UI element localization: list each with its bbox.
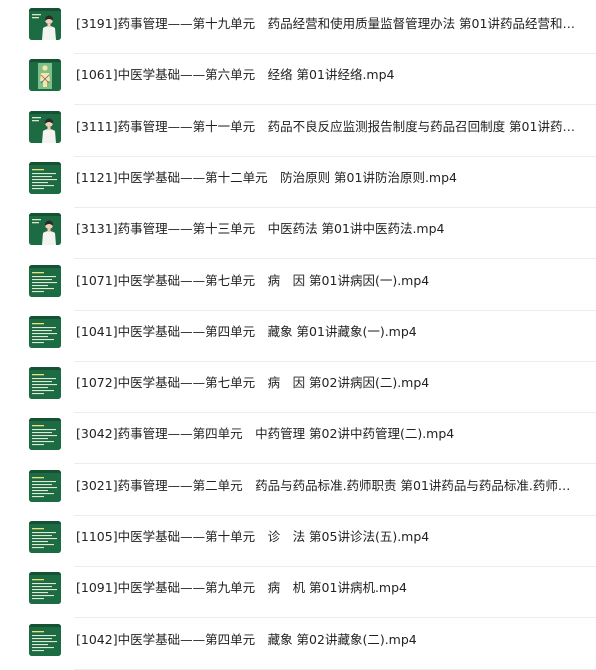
file-row[interactable]: [1042]中医学基础——第四单元 藏象 第02讲藏象(二).mp4 xyxy=(0,619,596,670)
chalkboard-text-icon xyxy=(29,521,61,553)
file-row[interactable]: [3131]药事管理——第十三单元 中医药法 第01讲中医药法.mp4 xyxy=(0,208,596,259)
teacher-woman-icon xyxy=(29,111,61,143)
file-row[interactable]: [3042]药事管理——第四单元 中药管理 第02讲中药管理(二).mp4 xyxy=(0,413,596,464)
chalkboard-text-icon xyxy=(29,572,61,604)
file-row[interactable]: [1121]中医学基础——第十二单元 防治原则 第01讲防治原则.mp4 xyxy=(0,157,596,208)
row-divider xyxy=(74,617,596,618)
row-divider xyxy=(74,104,596,105)
file-row[interactable]: [1091]中医学基础——第九单元 病 机 第01讲病机.mp4 xyxy=(0,567,596,618)
file-name: [1121]中医学基础——第十二单元 防治原则 第01讲防治原则.mp4 xyxy=(76,170,457,185)
file-name: [1042]中医学基础——第四单元 藏象 第02讲藏象(二).mp4 xyxy=(76,632,417,647)
file-row[interactable]: [3111]药事管理——第十一单元 药品不良反应监测报告制度与药品召回制度 第0… xyxy=(0,106,596,157)
file-name: [3042]药事管理——第四单元 中药管理 第02讲中药管理(二).mp4 xyxy=(76,426,455,441)
chalkboard-text-icon xyxy=(29,162,61,194)
row-divider xyxy=(74,463,596,464)
file-name: [3111]药事管理——第十一单元 药品不良反应监测报告制度与药品召回制度 第0… xyxy=(76,119,576,134)
file-name: [1072]中医学基础——第七单元 病 因 第02讲病因(二).mp4 xyxy=(76,375,430,390)
file-name: [1041]中医学基础——第四单元 藏象 第01讲藏象(一).mp4 xyxy=(76,324,417,339)
chalkboard-text-icon xyxy=(29,624,61,656)
chalkboard-text-icon xyxy=(29,418,61,450)
row-divider xyxy=(74,258,596,259)
file-row[interactable]: [1061]中医学基础——第六单元 经络 第01讲经络.mp4 xyxy=(0,54,596,105)
file-name: [1071]中医学基础——第七单元 病 因 第01讲病因(一).mp4 xyxy=(76,273,430,288)
file-row[interactable]: [3191]药事管理——第十九单元 药品经营和使用质量监督管理办法 第01讲药品… xyxy=(0,3,596,54)
file-row[interactable]: [1071]中医学基础——第七单元 病 因 第01讲病因(一).mp4 xyxy=(0,260,596,311)
teacher-woman-icon xyxy=(29,213,61,245)
file-name: [3131]药事管理——第十三单元 中医药法 第01讲中医药法.mp4 xyxy=(76,221,445,236)
file-row[interactable]: [1105]中医学基础——第十单元 诊 法 第05讲诊法(五).mp4 xyxy=(0,516,596,567)
file-name: [1091]中医学基础——第九单元 病 机 第01讲病机.mp4 xyxy=(76,580,407,595)
chalkboard-text-icon xyxy=(29,265,61,297)
file-name: [3191]药事管理——第十九单元 药品经营和使用质量监督管理办法 第01讲药品… xyxy=(76,16,576,31)
file-row[interactable]: [1072]中医学基础——第七单元 病 因 第02讲病因(二).mp4 xyxy=(0,362,596,413)
chalkboard-text-icon xyxy=(29,367,61,399)
teacher-woman-icon xyxy=(29,8,61,40)
file-name: [1061]中医学基础——第六单元 经络 第01讲经络.mp4 xyxy=(76,67,395,82)
figure-chart-icon xyxy=(29,59,61,91)
chalkboard-text-icon xyxy=(29,470,61,502)
file-name: [1105]中医学基础——第十单元 诊 法 第05讲诊法(五).mp4 xyxy=(76,529,430,544)
file-name: [3021]药事管理——第二单元 药品与药品标准.药师职责 第01讲药品与药品标… xyxy=(76,478,576,493)
chalkboard-text-icon xyxy=(29,316,61,348)
file-row[interactable]: [1041]中医学基础——第四单元 藏象 第01讲藏象(一).mp4 xyxy=(0,311,596,362)
file-row[interactable]: [3021]药事管理——第二单元 药品与药品标准.药师职责 第01讲药品与药品标… xyxy=(0,465,596,516)
